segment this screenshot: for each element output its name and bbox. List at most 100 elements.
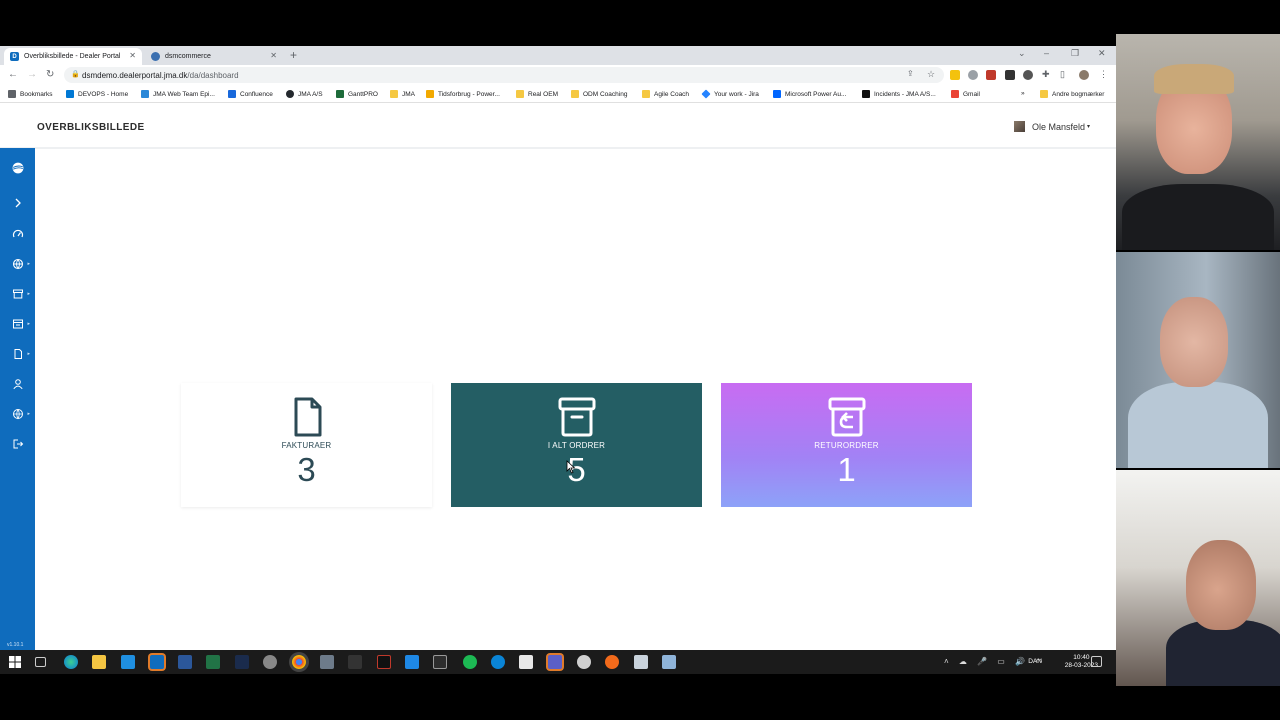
other-bookmarks[interactable]: Andre bogmærker [1040,90,1104,98]
close-window-icon[interactable]: ✕ [1098,48,1106,59]
outlook-icon[interactable] [150,655,164,669]
gmail-icon [951,90,959,98]
extensions-puzzle-icon[interactable]: ✚ [1042,69,1050,80]
teams-icon[interactable] [548,655,562,669]
browser-window: D Overbliksbillede - Dealer Portal ✕ dsm… [0,46,1116,650]
participant-video [1116,470,1280,686]
card-label: FAKTURAER [281,441,332,450]
bookmark-item[interactable]: Microsoft Power Au... [773,90,846,98]
windows-start-icon[interactable] [8,655,22,669]
notepad-icon[interactable] [519,655,533,669]
new-tab-icon[interactable]: + [290,48,297,62]
spotify-icon[interactable] [463,655,477,669]
mouse-cursor-icon [566,460,576,474]
minimize-icon[interactable]: – [1044,48,1049,58]
close-tab-icon[interactable]: ✕ [270,51,277,60]
bookmark-item[interactable]: Tidsforbrug - Power... [426,90,500,98]
bookmark-item[interactable]: JMA [390,90,415,98]
bookmark-item[interactable]: JMA Web Team Epi... [141,90,215,98]
bookmark-item[interactable]: Real OEM [516,90,558,98]
app-icon[interactable] [263,655,277,669]
task-view-icon[interactable] [35,657,46,667]
card-value: 3 [297,451,316,488]
word-icon[interactable] [178,655,192,669]
share-icon[interactable]: ⇪ [907,69,914,78]
sidebar-item-language[interactable]: ▸ [0,402,35,426]
app-icon[interactable] [634,655,648,669]
caret-right-icon: ▸ [27,321,30,327]
bookmark-item[interactable]: JMA A/S [286,90,323,98]
lock-icon: 🔒 [71,71,80,78]
tab-dealer-portal[interactable]: D Overbliksbillede - Dealer Portal ✕ [4,48,142,65]
extension-icon[interactable] [950,70,960,80]
restore-icon[interactable]: ❐ [1071,48,1079,59]
extension-icon[interactable] [968,70,978,80]
extension-icon[interactable] [986,70,996,80]
sidebar-item-returns[interactable]: ▸ [0,312,35,336]
keyboard-language[interactable]: DAN [1028,658,1042,665]
sidebar-item-dashboard[interactable] [0,222,35,246]
app-icon[interactable] [662,655,676,669]
bookmarks-overflow-icon[interactable]: » [1021,90,1025,97]
bookmark-item[interactable]: Bookmarks [8,90,53,98]
profile-avatar-icon[interactable] [1079,70,1089,80]
sidebar-item-profile[interactable] [0,372,35,396]
sidebar-item-catalog[interactable]: ▸ [0,252,35,276]
bookmark-item[interactable]: Your work - Jira [701,89,759,99]
app-icon[interactable] [320,655,334,669]
returns-card[interactable]: RETURORDRER 1 [721,383,972,507]
chrome-icon[interactable] [292,655,306,669]
extension-icon[interactable] [1023,70,1033,80]
bookmark-item[interactable]: Incidents - JMA A/S... [862,90,936,98]
bookmark-item[interactable]: Agile Coach [642,90,689,98]
chevron-right-icon [15,198,21,208]
notifications-icon[interactable] [1091,656,1102,667]
bookmark-item[interactable]: GanttPRO [336,90,378,98]
bookmark-item[interactable]: DEVOPS - Home [66,90,128,98]
bookmark-item[interactable]: Gmail [951,90,980,98]
sidebar-expand[interactable] [0,191,35,215]
snipping-tool-icon[interactable] [348,655,362,669]
site-icon [141,90,149,98]
sidebar-item-invoices[interactable]: ▸ [0,342,35,366]
app-icon[interactable] [491,655,505,669]
sidebar-item-orders[interactable]: ▸ [0,282,35,306]
close-tab-icon[interactable]: ✕ [129,51,136,60]
side-panel-icon[interactable]: ▯ [1060,69,1065,80]
participant-face [1186,540,1256,630]
bookmark-star-icon[interactable]: ☆ [927,69,935,80]
app-l-icon[interactable] [121,655,135,669]
bookmarks-bar: Bookmarks DEVOPS - Home JMA Web Team Epi… [0,86,1116,103]
dsmcommerce-favicon [151,52,160,61]
file-explorer-icon[interactable] [92,655,106,669]
back-icon[interactable]: ← [8,69,18,80]
invoices-card[interactable]: FAKTURAER 3 [181,383,432,507]
orders-card[interactable]: I ALT ORDRER 5 [451,383,702,507]
browser-menu-icon[interactable]: ⋮ [1099,69,1108,80]
app-icon[interactable] [577,655,591,669]
tab-dsmcommerce[interactable]: dsmcommerce ✕ [145,48,283,65]
edge-icon[interactable] [64,655,78,669]
bookmark-item[interactable]: Confluence [228,90,273,98]
tab-search-icon[interactable]: ⌄ [1018,48,1026,59]
chart-app-icon[interactable] [235,655,249,669]
reload-icon[interactable]: ↻ [46,69,54,80]
url-path: /da/dashboard [187,70,239,80]
jira-icon [701,89,711,99]
participant-body [1122,184,1274,250]
app-header: OVERBLIKSBILLEDE Ole Mansfeld ▾ [0,103,1116,149]
app-icon[interactable] [605,655,619,669]
user-menu[interactable]: Ole Mansfeld ▾ [1013,121,1090,132]
terminal-icon[interactable] [377,655,391,669]
forward-icon[interactable]: → [27,69,37,80]
caret-right-icon: ▸ [27,411,30,417]
tab-title: dsmcommerce [165,53,211,60]
excel-icon[interactable] [206,655,220,669]
sidebar-item-logout[interactable] [0,432,35,456]
console-icon[interactable] [433,655,447,669]
portal-logo[interactable] [0,156,35,180]
extension-icon[interactable] [1005,70,1015,80]
address-bar[interactable]: 🔒 dsmdemo.dealerportal.jma.dk/da/dashboa… [64,67,944,83]
bookmark-item[interactable]: ODM Coaching [571,90,627,98]
remote-desktop-icon[interactable] [405,655,419,669]
